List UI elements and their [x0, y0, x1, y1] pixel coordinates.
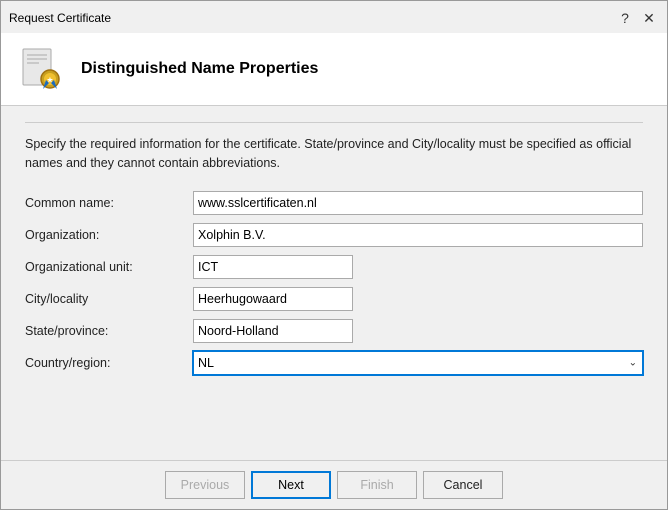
next-button[interactable]: Next — [251, 471, 331, 499]
title-bar-controls: ? ✕ — [615, 8, 659, 28]
org-unit-wrapper — [193, 255, 643, 279]
state-label: State/province: — [25, 324, 185, 338]
state-input[interactable] — [193, 319, 353, 343]
header-title: Distinguished Name Properties — [81, 60, 318, 78]
dialog-footer: Previous Next Finish Cancel — [1, 460, 667, 509]
org-unit-input[interactable] — [193, 255, 353, 279]
cancel-button[interactable]: Cancel — [423, 471, 503, 499]
dialog-header: ★ Distinguished Name Properties — [1, 33, 667, 106]
finish-button[interactable]: Finish — [337, 471, 417, 499]
country-select[interactable]: NL US DE GB FR — [193, 351, 643, 375]
org-unit-label: Organizational unit: — [25, 260, 185, 274]
city-input[interactable] — [193, 287, 353, 311]
city-label: City/locality — [25, 292, 185, 306]
svg-text:★: ★ — [46, 76, 53, 85]
organization-input[interactable] — [193, 223, 643, 247]
close-button[interactable]: ✕ — [639, 8, 659, 28]
separator — [25, 122, 643, 123]
common-name-input[interactable] — [193, 191, 643, 215]
title-bar-left: Request Certificate — [9, 11, 111, 25]
common-name-label: Common name: — [25, 196, 185, 210]
title-bar: Request Certificate ? ✕ — [1, 1, 667, 33]
country-select-wrapper: NL US DE GB FR ⌄ — [193, 351, 643, 375]
previous-button[interactable]: Previous — [165, 471, 245, 499]
organization-label: Organization: — [25, 228, 185, 242]
certificate-icon: ★ — [17, 45, 65, 93]
form-table: Common name: Organization: Organizationa… — [25, 191, 643, 375]
dialog-title: Request Certificate — [9, 11, 111, 25]
country-label: Country/region: — [25, 356, 185, 370]
city-wrapper — [193, 287, 643, 311]
dialog-body: Specify the required information for the… — [1, 106, 667, 460]
help-button[interactable]: ? — [615, 8, 635, 28]
state-wrapper — [193, 319, 643, 343]
description-text: Specify the required information for the… — [25, 135, 643, 173]
dialog-window: Request Certificate ? ✕ ★ Distinguished … — [0, 0, 668, 510]
